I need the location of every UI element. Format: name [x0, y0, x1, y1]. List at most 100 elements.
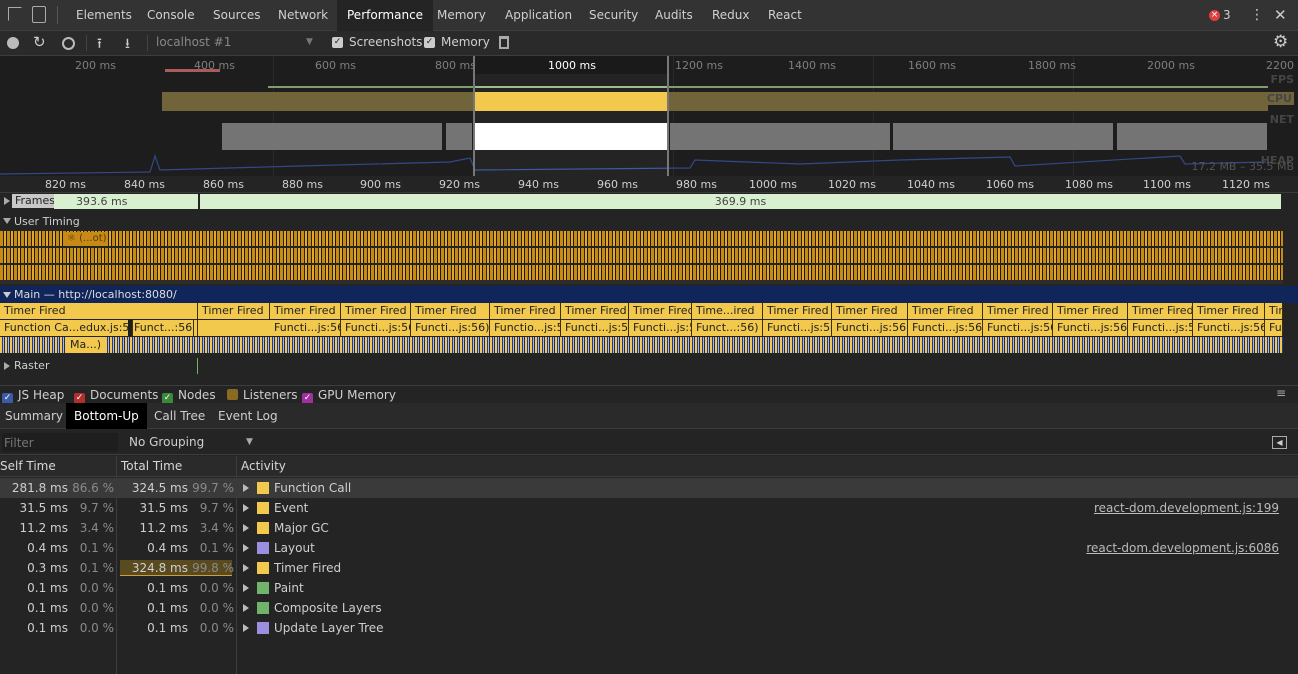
frame-block[interactable]: 393.6 ms: [54, 194, 198, 209]
inspect-element-icon[interactable]: [8, 7, 22, 21]
function-call-entry[interactable]: Functi...js:56): [1053, 320, 1128, 336]
timer-fired-entry[interactable]: Timer Fired: [411, 303, 490, 319]
tab-performance[interactable]: Performance: [337, 0, 434, 31]
timer-fired-entry[interactable]: Timer Fired: [490, 303, 561, 319]
timer-fired-entry[interactable]: Timer Fired: [763, 303, 832, 319]
timer-fired-entry[interactable]: Timer Fired: [341, 303, 411, 319]
documents-toggle[interactable]: ✓ Documents: [74, 388, 158, 404]
filter-input[interactable]: [2, 433, 118, 452]
tab-bottom-up[interactable]: Bottom-Up: [66, 403, 147, 429]
expand-arrow-icon[interactable]: [4, 197, 10, 205]
timer-fired-entry[interactable]: Time...ired: [692, 303, 763, 319]
function-call-entry[interactable]: Functi...js:56): [1265, 320, 1283, 336]
tab-console[interactable]: Console: [147, 0, 195, 31]
function-call-entry[interactable]: Functi...js:56): [629, 320, 692, 336]
function-call-entry[interactable]: Funct...:56): [692, 320, 763, 336]
tab-security[interactable]: Security: [589, 0, 638, 31]
toggle-sidebar-icon[interactable]: ◀: [1272, 436, 1287, 449]
reload-record-icon[interactable]: ↻: [33, 33, 46, 51]
expand-arrow-icon[interactable]: [243, 484, 249, 492]
main-thread-header[interactable]: Main — http://localhost:8080/: [0, 286, 1298, 303]
tab-summary[interactable]: Summary: [5, 403, 63, 429]
timer-fired-entry[interactable]: Timer Fired: [1265, 303, 1283, 319]
table-row[interactable]: 0.3 ms 0.1 % 324.8 ms 99.8 % Timer Fired: [0, 558, 1298, 578]
selection-window[interactable]: [473, 56, 669, 176]
expand-arrow-icon[interactable]: [243, 544, 249, 552]
close-devtools-icon[interactable]: ✕: [1274, 5, 1287, 25]
collapse-arrow-icon[interactable]: [3, 292, 11, 298]
timer-fired-entry[interactable]: Timer Fired: [0, 303, 198, 319]
self-time-header[interactable]: Self Time: [0, 459, 56, 473]
settings-gear-icon[interactable]: ⚙: [1273, 32, 1288, 52]
function-call-entry[interactable]: Functi...js:56): [763, 320, 832, 336]
timer-fired-entry[interactable]: Timer Fired: [1053, 303, 1128, 319]
function-call-entry[interactable]: Functi...js:56): [411, 320, 490, 336]
timer-fired-entry[interactable]: Timer Fired: [629, 303, 692, 319]
total-time-header[interactable]: Total Time: [121, 459, 182, 473]
function-call-entry[interactable]: [128, 320, 133, 336]
expand-arrow-icon[interactable]: [243, 504, 249, 512]
drag-handle-icon[interactable]: ≡: [1276, 386, 1286, 400]
js-heap-toggle[interactable]: ✓ JS Heap: [2, 388, 64, 404]
table-row[interactable]: 11.2 ms 3.4 % 11.2 ms 3.4 % Major GC: [0, 518, 1298, 538]
table-row[interactable]: 0.1 ms 0.0 % 0.1 ms 0.0 % Update Layer Tree: [0, 618, 1298, 638]
gpu-memory-toggle[interactable]: ✓ GPU Memory: [302, 388, 396, 404]
error-count[interactable]: 3: [1223, 8, 1231, 22]
screenshots-checkbox[interactable]: ✓: [332, 37, 343, 48]
expand-arrow-icon[interactable]: [243, 564, 249, 572]
function-call-entry[interactable]: Functio...js:56): [490, 320, 561, 336]
record-icon[interactable]: [7, 37, 19, 49]
nodes-toggle[interactable]: ✓ Nodes: [162, 388, 216, 404]
user-timing-track[interactable]: User Timing: [0, 212, 1298, 230]
timer-fired-entry[interactable]: Timer Fired: [1193, 303, 1265, 319]
listeners-toggle[interactable]: Listeners: [227, 388, 298, 402]
error-icon[interactable]: ×: [1209, 10, 1220, 21]
table-row[interactable]: 0.1 ms 0.0 % 0.1 ms 0.0 % Composite Layers: [0, 598, 1298, 618]
tab-react[interactable]: React: [768, 0, 802, 31]
table-row[interactable]: 281.8 ms 86.6 % 324.5 ms 99.7 % Function Cal…: [0, 478, 1298, 498]
listeners-checkbox[interactable]: [227, 389, 238, 400]
function-call-entry[interactable]: Funct...:56): [130, 320, 194, 336]
activity-header[interactable]: Activity: [241, 459, 286, 473]
user-timing-entry[interactable]: ⚛ (...ot): [64, 232, 108, 246]
frames-track[interactable]: Frames 393.6 ms 369.9 ms: [0, 193, 1298, 210]
tab-sources[interactable]: Sources: [213, 0, 260, 31]
expand-arrow-icon[interactable]: [243, 584, 249, 592]
trash-icon[interactable]: [499, 36, 509, 49]
timer-fired-entry[interactable]: Timer Fired: [983, 303, 1053, 319]
target-select[interactable]: localhost #1: [156, 35, 231, 49]
timeline-overview[interactable]: 200 ms 400 ms 600 ms 800 ms 1000 ms 1200…: [0, 56, 1298, 176]
frame-block[interactable]: 369.9 ms: [200, 194, 1281, 209]
function-call-entry[interactable]: Functi...js:56): [270, 320, 341, 336]
function-call-entry[interactable]: Functi...js:56): [561, 320, 629, 336]
table-row[interactable]: 0.1 ms 0.0 % 0.1 ms 0.0 % Paint: [0, 578, 1298, 598]
clear-icon[interactable]: [62, 37, 75, 50]
function-call-entry[interactable]: Functi...js:56): [908, 320, 983, 336]
more-options-icon[interactable]: ⋮: [1250, 5, 1264, 25]
timer-fired-entry[interactable]: Timer Fired: [1128, 303, 1193, 319]
memory-checkbox[interactable]: ✓: [424, 37, 435, 48]
main-flame-detail[interactable]: [0, 337, 1283, 353]
function-call-entry[interactable]: Functi...js:56): [341, 320, 411, 336]
main-flame-entry[interactable]: Ma...): [66, 337, 107, 353]
function-call-entry[interactable]: Functi...js:56): [1128, 320, 1193, 336]
collapse-arrow-icon[interactable]: [3, 218, 11, 224]
function-call-entry[interactable]: Functi...js:56): [1193, 320, 1265, 336]
table-row[interactable]: 0.4 ms 0.1 % 0.4 ms 0.1 % Layout react-dom.de…: [0, 538, 1298, 558]
tab-memory[interactable]: Memory: [437, 0, 486, 31]
tab-event-log[interactable]: Event Log: [218, 403, 278, 429]
timer-fired-entry[interactable]: Timer Fired: [908, 303, 983, 319]
tab-redux[interactable]: Redux: [712, 0, 750, 31]
raster-track[interactable]: Raster: [0, 357, 1298, 375]
source-link[interactable]: react-dom.development.js:199: [1094, 501, 1279, 515]
user-timing-flame[interactable]: ⚛ (...ot): [0, 231, 1283, 284]
tab-call-tree[interactable]: Call Tree: [154, 403, 205, 429]
timer-fired-entry[interactable]: Timer Fired: [832, 303, 908, 319]
tab-elements[interactable]: Elements: [76, 0, 132, 31]
expand-arrow-icon[interactable]: [243, 624, 249, 632]
tab-network[interactable]: Network: [278, 0, 328, 31]
tab-application[interactable]: Application: [505, 0, 572, 31]
function-call-entry[interactable]: Functi...js:56): [832, 320, 908, 336]
timer-fired-entry[interactable]: Timer Fired: [270, 303, 341, 319]
expand-arrow-icon[interactable]: [243, 524, 249, 532]
